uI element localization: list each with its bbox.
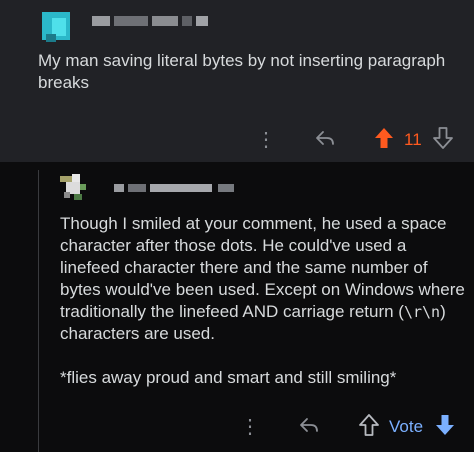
downvote-arrow-icon[interactable] [431,125,455,151]
parent-comment: My man saving literal bytes by not inser… [0,0,474,162]
reply-more-options-icon[interactable]: ⋮ [240,412,260,440]
reply-upvote-arrow-icon[interactable] [357,412,381,438]
reply-icon[interactable] [312,125,338,151]
reply-username-blurred[interactable] [114,184,244,192]
reply-text: Though I smiled at your comment, he used… [60,213,465,411]
reply-reply-icon[interactable] [296,412,322,438]
vote-button[interactable]: Vote [389,417,423,437]
reply-downvote-arrow-icon[interactable] [433,412,457,438]
comment-text: My man saving literal bytes by not inser… [38,51,446,92]
upvote-arrow-icon[interactable] [372,125,396,151]
comment-actions: ⋮ 11 [0,123,474,153]
more-options-icon[interactable]: ⋮ [256,125,276,153]
username-blurred[interactable] [92,16,212,26]
user-avatar[interactable] [38,8,74,42]
reply-user-avatar[interactable] [56,172,92,202]
reply-paragraph-1: Though I smiled at your comment, he used… [60,214,465,343]
thread-line[interactable] [38,170,39,452]
reply-paragraph-2: *flies away proud and smart and still sm… [60,368,397,387]
vote-score: 11 [404,130,422,149]
inline-code: \r\n [403,303,441,321]
